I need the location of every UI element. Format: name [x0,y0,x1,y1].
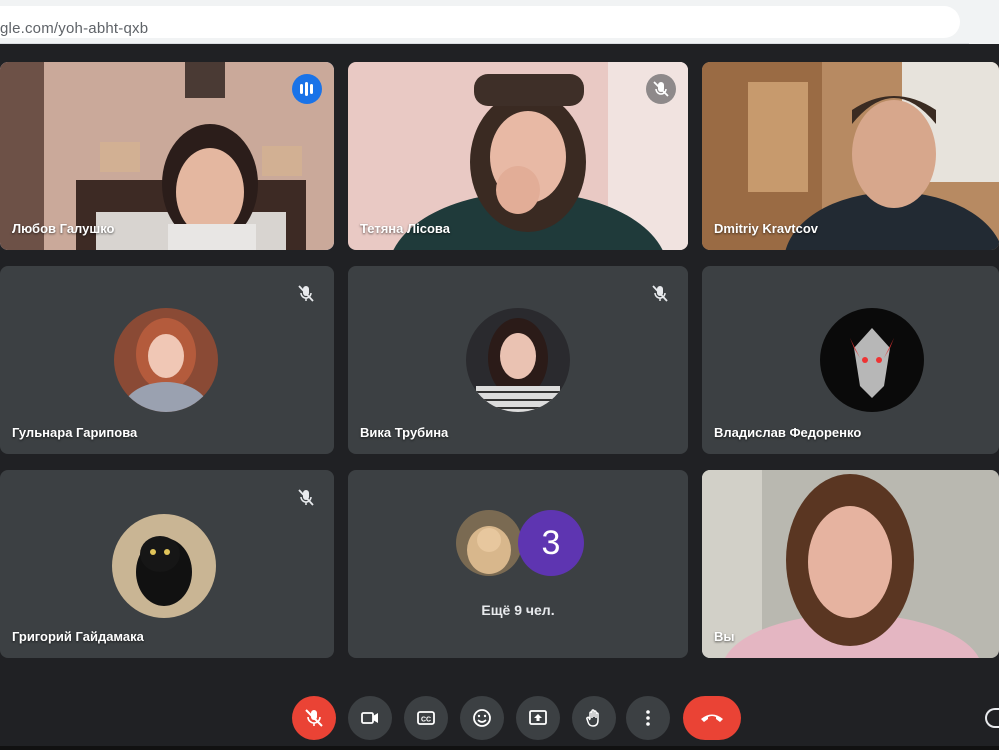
mic-off-icon [305,709,323,727]
camera-toggle-button[interactable] [348,696,392,740]
mic-off-icon [646,74,676,104]
more-options-icon [646,710,650,726]
participant-tile-grigoriy[interactable]: Григорий Гайдамака [0,470,334,658]
hang-up-icon [701,714,723,722]
participant-name: Вы [714,629,735,644]
participant-name: Вика Трубина [360,425,449,440]
participant-tile-vika[interactable]: Вика Трубина [348,266,688,454]
avatar [456,510,522,576]
raise-hand-button[interactable] [572,696,616,740]
participant-name: Dmitriy Kravtcov [714,221,819,236]
url-text: gle.com/yoh-abht-qxb [0,20,148,37]
more-participants-label: Ещё 9 чел. [481,602,555,618]
url-field[interactable]: gle.com/yoh-abht-qxb [0,6,960,38]
participant-tile-gulnara[interactable]: Гульнара Гарипова [0,266,334,454]
present-screen-icon [529,710,547,725]
reactions-button[interactable] [460,696,504,740]
avatar [820,308,924,412]
emoji-icon [473,709,491,727]
avatar [466,308,570,412]
call-controls-bar: CC [0,684,999,750]
participant-name: Тетяна Лісова [360,221,450,236]
camera-icon [361,712,378,724]
mic-off-icon [294,486,318,510]
video-feed-self [702,470,999,658]
more-options-button[interactable] [626,696,670,740]
avatar [114,308,218,412]
meeting-details-icon[interactable] [985,708,999,728]
participant-tile-lyubov[interactable]: Любов Галушко [0,62,334,250]
present-screen-button[interactable] [516,696,560,740]
captions-button[interactable]: CC [404,696,448,740]
mic-toggle-button[interactable] [292,696,336,740]
raise-hand-icon [586,709,599,727]
hang-up-button[interactable] [683,696,741,740]
speaking-indicator-icon [292,74,322,104]
mic-off-icon [294,282,318,306]
url-domain: gle.com/ [0,20,59,37]
more-participants-tile[interactable]: 3 Ещё 9 чел. [348,470,688,658]
url-path: yoh-abht-qxb [58,20,149,37]
avatar [112,514,216,618]
participant-tile-self[interactable]: Вы [702,470,999,658]
participant-name: Владислав Федоренко [714,425,862,440]
participant-name: Григорий Гайдамака [12,629,144,644]
browser-address-bar: gle.com/yoh-abht-qxb [0,0,999,44]
participant-tile-vladislav[interactable]: Владислав Федоренко [702,266,999,454]
svg-text:CC: CC [421,717,431,724]
participant-tile-dmitriy[interactable]: Dmitriy Kravtcov [702,62,999,250]
captions-icon: CC [417,711,435,725]
meeting-stage: Любов Галушко Тетяна Лісова Dmitriy Krav… [0,44,999,750]
mic-off-icon [648,282,672,306]
participant-tile-tetyana[interactable]: Тетяна Лісова [348,62,688,250]
participant-name: Гульнара Гарипова [12,425,138,440]
more-participants-count: 3 [518,510,584,576]
participant-name: Любов Галушко [12,221,115,236]
